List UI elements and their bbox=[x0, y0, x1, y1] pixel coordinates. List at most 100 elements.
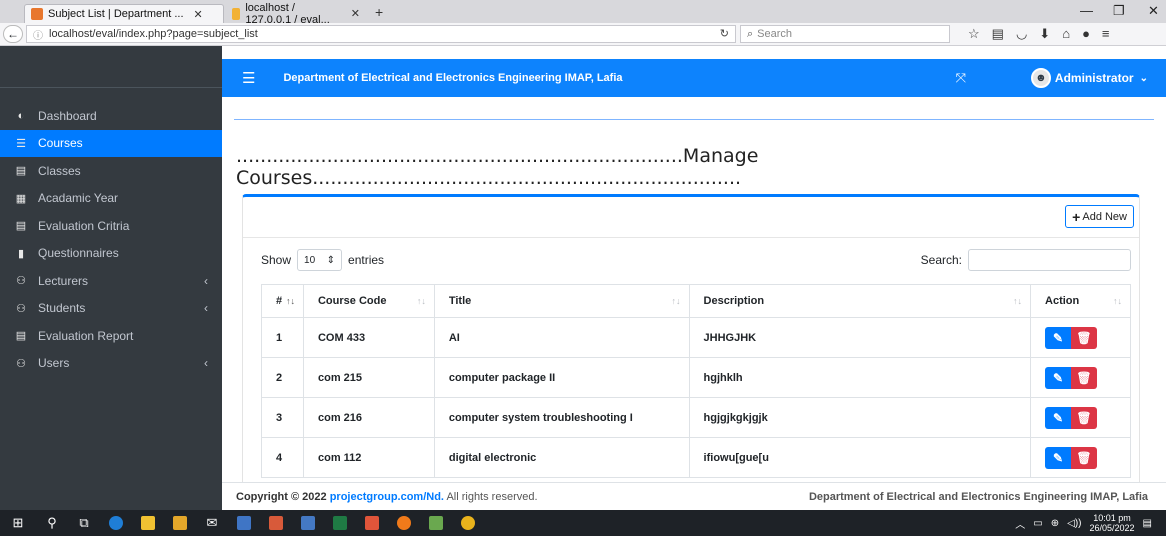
sidebar-item-questionnaires[interactable]: ▮ Questionnaires bbox=[0, 240, 222, 268]
cell-num: 3 bbox=[261, 397, 304, 438]
network-icon[interactable]: ⊕ bbox=[1051, 518, 1059, 529]
store-icon[interactable] bbox=[164, 510, 196, 536]
chevron-down-icon: ⌄ bbox=[1139, 72, 1148, 84]
browser-tab[interactable]: localhost / 127.0.0.1 / eval... ✕ bbox=[226, 2, 366, 26]
sidebar-item-courses[interactable]: ☰ Courses bbox=[0, 129, 222, 157]
sidebar-item-evaluation-report[interactable]: ▤ Evaluation Report bbox=[0, 322, 222, 350]
task-view-icon[interactable]: ⧉ bbox=[68, 510, 100, 536]
url-field[interactable]: ⓘ localhost/eval/index.php?page=subject_… bbox=[26, 25, 736, 43]
column-header-course-code[interactable]: Course Code ↑↓ bbox=[302, 284, 435, 318]
entries-select[interactable]: 10 ⇕ bbox=[297, 249, 343, 271]
site-favicon-icon bbox=[31, 8, 43, 20]
excel-icon[interactable] bbox=[324, 510, 356, 536]
footer-link[interactable]: projectgroup.com/Nd. bbox=[330, 491, 444, 503]
clock[interactable]: 10:01 pm 26/05/2022 bbox=[1090, 513, 1135, 533]
sidebar-item-dashboard[interactable]: ◐ Dashboard bbox=[0, 102, 222, 130]
chrome-icon[interactable] bbox=[452, 510, 484, 536]
app-icon[interactable] bbox=[260, 510, 292, 536]
address-bar-row: ← ⓘ localhost/eval/index.php?page=subjec… bbox=[0, 23, 1166, 46]
sidebar-item-users[interactable]: ⚇ Users ‹ bbox=[0, 350, 222, 378]
sidebar-item-acadamic-year[interactable]: ▦ Acadamic Year bbox=[0, 185, 222, 213]
back-button[interactable]: ← bbox=[3, 25, 23, 43]
windows-start-icon[interactable]: ⊞ bbox=[0, 510, 36, 536]
close-tab-icon[interactable]: ✕ bbox=[351, 7, 360, 20]
file-explorer-icon[interactable] bbox=[132, 510, 164, 536]
notification-icon[interactable]: ▤ bbox=[1143, 518, 1152, 529]
avatar: ☻ bbox=[1030, 68, 1051, 88]
search-icon[interactable]: ⚲ bbox=[36, 510, 68, 536]
browser-tab-active[interactable]: Subject List | Department ... ✕ bbox=[24, 4, 224, 23]
cell-action: ✎ 🗑 bbox=[1030, 317, 1131, 358]
entries-label: entries bbox=[348, 253, 385, 267]
footer-copyright: Copyright © 2022 projectgroup.com/Nd. Al… bbox=[236, 491, 538, 503]
sidebar-item-label: Classes bbox=[38, 163, 81, 178]
divider bbox=[234, 119, 1154, 120]
delete-button[interactable]: 🗑 bbox=[1071, 406, 1098, 429]
edit-button[interactable]: ✎ bbox=[1045, 366, 1072, 389]
delete-button[interactable]: 🗑 bbox=[1071, 366, 1098, 389]
reload-icon[interactable]: ↻ bbox=[720, 27, 729, 40]
cell-description: ifiowu[gue[u bbox=[688, 437, 1032, 478]
cell-num: 4 bbox=[261, 437, 304, 478]
browser-search-field[interactable]: ⌕ Search bbox=[740, 25, 950, 43]
cell-title: computer package II bbox=[433, 357, 690, 398]
cell-description: hgjhklh bbox=[688, 357, 1032, 398]
app-icon[interactable] bbox=[420, 510, 452, 536]
cell-num: 1 bbox=[261, 317, 304, 358]
close-tab-icon[interactable]: ✕ bbox=[194, 8, 203, 21]
firefox-icon[interactable] bbox=[388, 510, 420, 536]
app-icon[interactable] bbox=[228, 510, 260, 536]
tray-chevron-icon[interactable]: ︿ bbox=[1015, 516, 1025, 531]
extension-icon[interactable]: ● bbox=[1082, 26, 1090, 42]
table-search-input[interactable] bbox=[968, 249, 1131, 271]
app-icon[interactable] bbox=[292, 510, 324, 536]
sidebar-item-evaluation-critria[interactable]: ▤ Evaluation Critria bbox=[0, 212, 222, 240]
row-actions: ✎ 🗑 bbox=[1045, 406, 1116, 429]
users-icon: ⚇ bbox=[16, 275, 26, 288]
battery-icon[interactable]: ▭ bbox=[1033, 518, 1042, 529]
pocket-icon[interactable]: ◡ bbox=[1016, 26, 1027, 42]
edge-icon[interactable] bbox=[100, 510, 132, 536]
column-header-number[interactable]: # ↑↓ bbox=[261, 284, 304, 318]
page-title-line1: ........................................… bbox=[236, 145, 759, 167]
delete-button[interactable]: 🗑 bbox=[1071, 446, 1098, 469]
fullscreen-icon[interactable]: ⤧ bbox=[956, 70, 966, 86]
column-header-description[interactable]: Description ↑↓ bbox=[688, 284, 1032, 318]
home-icon[interactable]: ⌂ bbox=[1062, 26, 1070, 42]
cell-description: JHHGJHK bbox=[688, 317, 1032, 358]
cell-description: hgjgjkgkjgjk bbox=[688, 397, 1032, 438]
cell-code: com 112 bbox=[302, 437, 435, 478]
user-menu[interactable]: ☻ Administrator ⌄ bbox=[1030, 68, 1148, 88]
edit-button[interactable]: ✎ bbox=[1045, 326, 1072, 349]
edit-button[interactable]: ✎ bbox=[1045, 446, 1072, 469]
bookmark-star-icon[interactable]: ☆ bbox=[968, 26, 980, 42]
top-navbar: ☰ Department of Electrical and Electroni… bbox=[222, 59, 1166, 97]
minimize-icon[interactable]: — bbox=[1080, 3, 1093, 18]
xampp-icon[interactable] bbox=[356, 510, 388, 536]
chevron-left-icon: ‹ bbox=[204, 301, 208, 316]
mail-icon[interactable]: ✉ bbox=[196, 510, 228, 536]
column-header-action[interactable]: Action ↑↓ bbox=[1030, 284, 1131, 318]
plus-icon: + bbox=[1072, 208, 1081, 225]
new-tab-button[interactable]: + bbox=[375, 4, 383, 20]
restore-icon[interactable]: ❐ bbox=[1113, 3, 1125, 19]
chevron-left-icon: ‹ bbox=[204, 273, 208, 288]
library-icon[interactable]: ▤ bbox=[992, 26, 1004, 42]
column-header-title[interactable]: Title ↑↓ bbox=[433, 284, 690, 318]
menu-icon[interactable]: ≡ bbox=[1102, 26, 1110, 42]
clock-date: 26/05/2022 bbox=[1089, 523, 1135, 533]
edit-button[interactable]: ✎ bbox=[1045, 406, 1072, 429]
delete-button[interactable]: 🗑 bbox=[1071, 326, 1098, 349]
hamburger-menu-icon[interactable]: ☰ bbox=[242, 69, 255, 87]
add-new-button[interactable]: + Add New bbox=[1065, 205, 1134, 228]
table-row: 2 com 215 computer package II hgjhklh ✎ 🗑 bbox=[261, 357, 1131, 398]
sidebar-item-classes[interactable]: ▤ Classes bbox=[0, 157, 222, 185]
list-icon: ☰ bbox=[16, 137, 26, 150]
datatable-controls: Show 10 ⇕ entries Search: bbox=[261, 249, 1131, 271]
close-window-icon[interactable]: ✕ bbox=[1148, 3, 1159, 19]
sidebar-item-students[interactable]: ⚇ Students ‹ bbox=[0, 295, 222, 323]
table-search: Search: bbox=[921, 249, 1131, 271]
sidebar-item-lecturers[interactable]: ⚇ Lecturers ‹ bbox=[0, 267, 222, 295]
download-icon[interactable]: ⬇ bbox=[1039, 26, 1050, 42]
volume-icon[interactable]: ◁)) bbox=[1067, 518, 1081, 529]
